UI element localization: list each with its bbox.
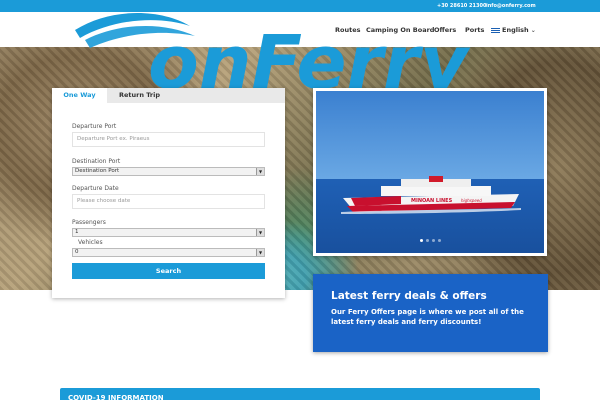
ship-brand-text: MINOAN LINES — [411, 198, 453, 204]
passengers-value: 1 — [75, 229, 79, 235]
slider-dot[interactable] — [437, 239, 441, 242]
uk-flag-icon — [491, 27, 500, 33]
departure-date-label: Departure Date — [72, 185, 119, 192]
departure-port-input[interactable]: Departure Port ex. Piraeus — [72, 132, 265, 147]
offers-title: Latest ferry deals & offers — [331, 290, 487, 302]
passengers-label: Passengers — [72, 219, 106, 226]
chevron-down-icon: ⌄ — [530, 27, 536, 34]
dropdown-arrow-icon: ▼ — [256, 229, 264, 236]
covid-info-bar[interactable]: COVID-19 INFORMATION — [60, 388, 540, 400]
ferry-ship-image: MINOAN LINES highspeed — [341, 176, 521, 214]
image-slider[interactable]: MINOAN LINES highspeed — [313, 88, 547, 256]
vehicles-value: 0 — [75, 249, 79, 255]
language-label: English — [502, 26, 529, 34]
ship-tag-text: highspeed — [461, 198, 482, 203]
departure-port-label: Departure Port — [72, 123, 117, 130]
slider-dot[interactable] — [431, 239, 435, 242]
nav-language[interactable]: English ⌄ — [491, 26, 536, 34]
destination-port-select[interactable]: Destination Port ▼ — [72, 167, 265, 176]
slider-dot[interactable] — [425, 239, 429, 242]
departure-date-input[interactable]: Please choose date — [72, 194, 265, 209]
offers-box[interactable]: Latest ferry deals & offers Our Ferry Of… — [313, 274, 548, 352]
booking-form: One Way Return Trip Departure Port Depar… — [52, 88, 285, 298]
trip-tabs: One Way Return Trip — [52, 88, 285, 103]
passengers-select[interactable]: 1 ▼ — [72, 228, 265, 237]
offers-text: Our Ferry Offers page is where we post a… — [331, 308, 524, 326]
vehicles-label: Vehicles — [78, 239, 103, 246]
tab-one-way[interactable]: One Way — [52, 88, 107, 103]
vehicles-select[interactable]: 0 ▼ — [72, 248, 265, 257]
email-link[interactable]: info@onferry.com — [486, 3, 536, 9]
destination-port-label: Destination Port — [72, 158, 121, 165]
slide-sky — [316, 91, 544, 179]
slider-dots — [316, 227, 544, 246]
dropdown-arrow-icon: ▼ — [256, 249, 264, 256]
dropdown-arrow-icon: ▼ — [256, 168, 264, 175]
destination-port-value: Destination Port — [75, 168, 120, 174]
slider-dot[interactable] — [419, 239, 423, 242]
tab-return-trip[interactable]: Return Trip — [107, 88, 172, 103]
search-button[interactable]: Search — [72, 263, 265, 279]
